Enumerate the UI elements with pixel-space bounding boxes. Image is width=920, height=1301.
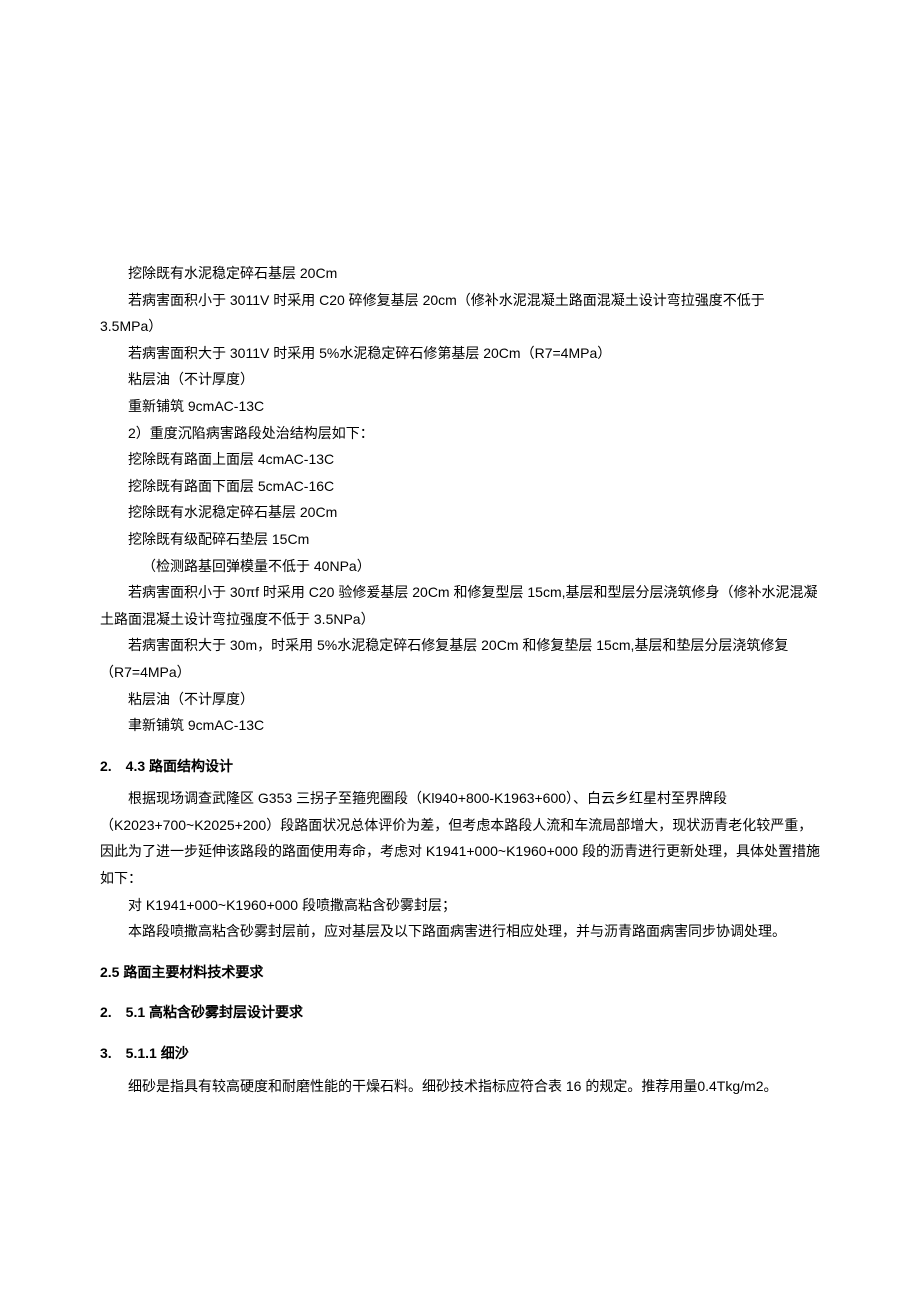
document-page: 挖除既有水泥稳定碎石基层 20Cm 若病害面积小于 3011V 时采用 C20 … xyxy=(0,0,920,1199)
body-text: 若病害面积大于 3011V 时采用 5%水泥稳定碎石修第基层 20Cm（R7=4… xyxy=(100,340,820,367)
body-text: 挖除既有水泥稳定碎石基层 20Cm xyxy=(100,260,820,287)
body-text: 粘层油（不计厚度） xyxy=(100,366,820,393)
body-text: （检测路基回弹模量不低于 40NPa） xyxy=(100,553,820,580)
body-text: 若病害面积小于 3011V 时采用 C20 碎修复基层 20cm（修补水泥混凝土… xyxy=(100,287,820,340)
body-text: 根据现场调查武隆区 G353 三拐子至箍兜圈段（Kl940+800-K1963+… xyxy=(100,785,820,891)
body-text: 挖除既有路面下面层 5cmAC-16C xyxy=(100,473,820,500)
body-text: 挖除既有路面上面层 4cmAC-13C xyxy=(100,446,820,473)
body-text: 粘层油（不计厚度） xyxy=(100,686,820,713)
heading-5-1-1: 3. 5.1.1 细沙 xyxy=(100,1040,820,1067)
heading-5-1: 2. 5.1 高粘含砂雾封层设计要求 xyxy=(100,999,820,1026)
body-text: 若病害面积小于 30πf 时采用 C20 验修爰基层 20Cm 和修复型层 15… xyxy=(100,579,820,632)
body-text: 2）重度沉陷病害路段处治结构层如下： xyxy=(100,420,820,447)
body-text: 重新铺筑 9cmAC-13C xyxy=(100,393,820,420)
body-text: 细砂是指具有较高硬度和耐磨性能的干燥石料。细砂技术指标应符合表 16 的规定。推… xyxy=(100,1073,820,1100)
body-text: 挖除既有水泥稳定碎石基层 20Cm xyxy=(100,499,820,526)
body-text: 对 K1941+000~K1960+000 段喷撒高粘含砂雾封层； xyxy=(100,892,820,919)
body-text: 若病害面积大于 30m，时采用 5%水泥稳定碎石修复基层 20Cm 和修复垫层 … xyxy=(100,632,820,685)
heading-4-3: 2. 4.3 路面结构设计 xyxy=(100,753,820,780)
body-text: 聿新铺筑 9cmAC-13C xyxy=(100,712,820,739)
body-text: 本路段喷撒高粘含砂雾封层前，应对基层及以下路面病害进行相应处理，并与沥青路面病害… xyxy=(100,918,820,945)
body-text: 挖除既有级配碎石垫层 15Cm xyxy=(100,526,820,553)
heading-2-5: 2.5 路面主要材料技术要求 xyxy=(100,959,820,986)
